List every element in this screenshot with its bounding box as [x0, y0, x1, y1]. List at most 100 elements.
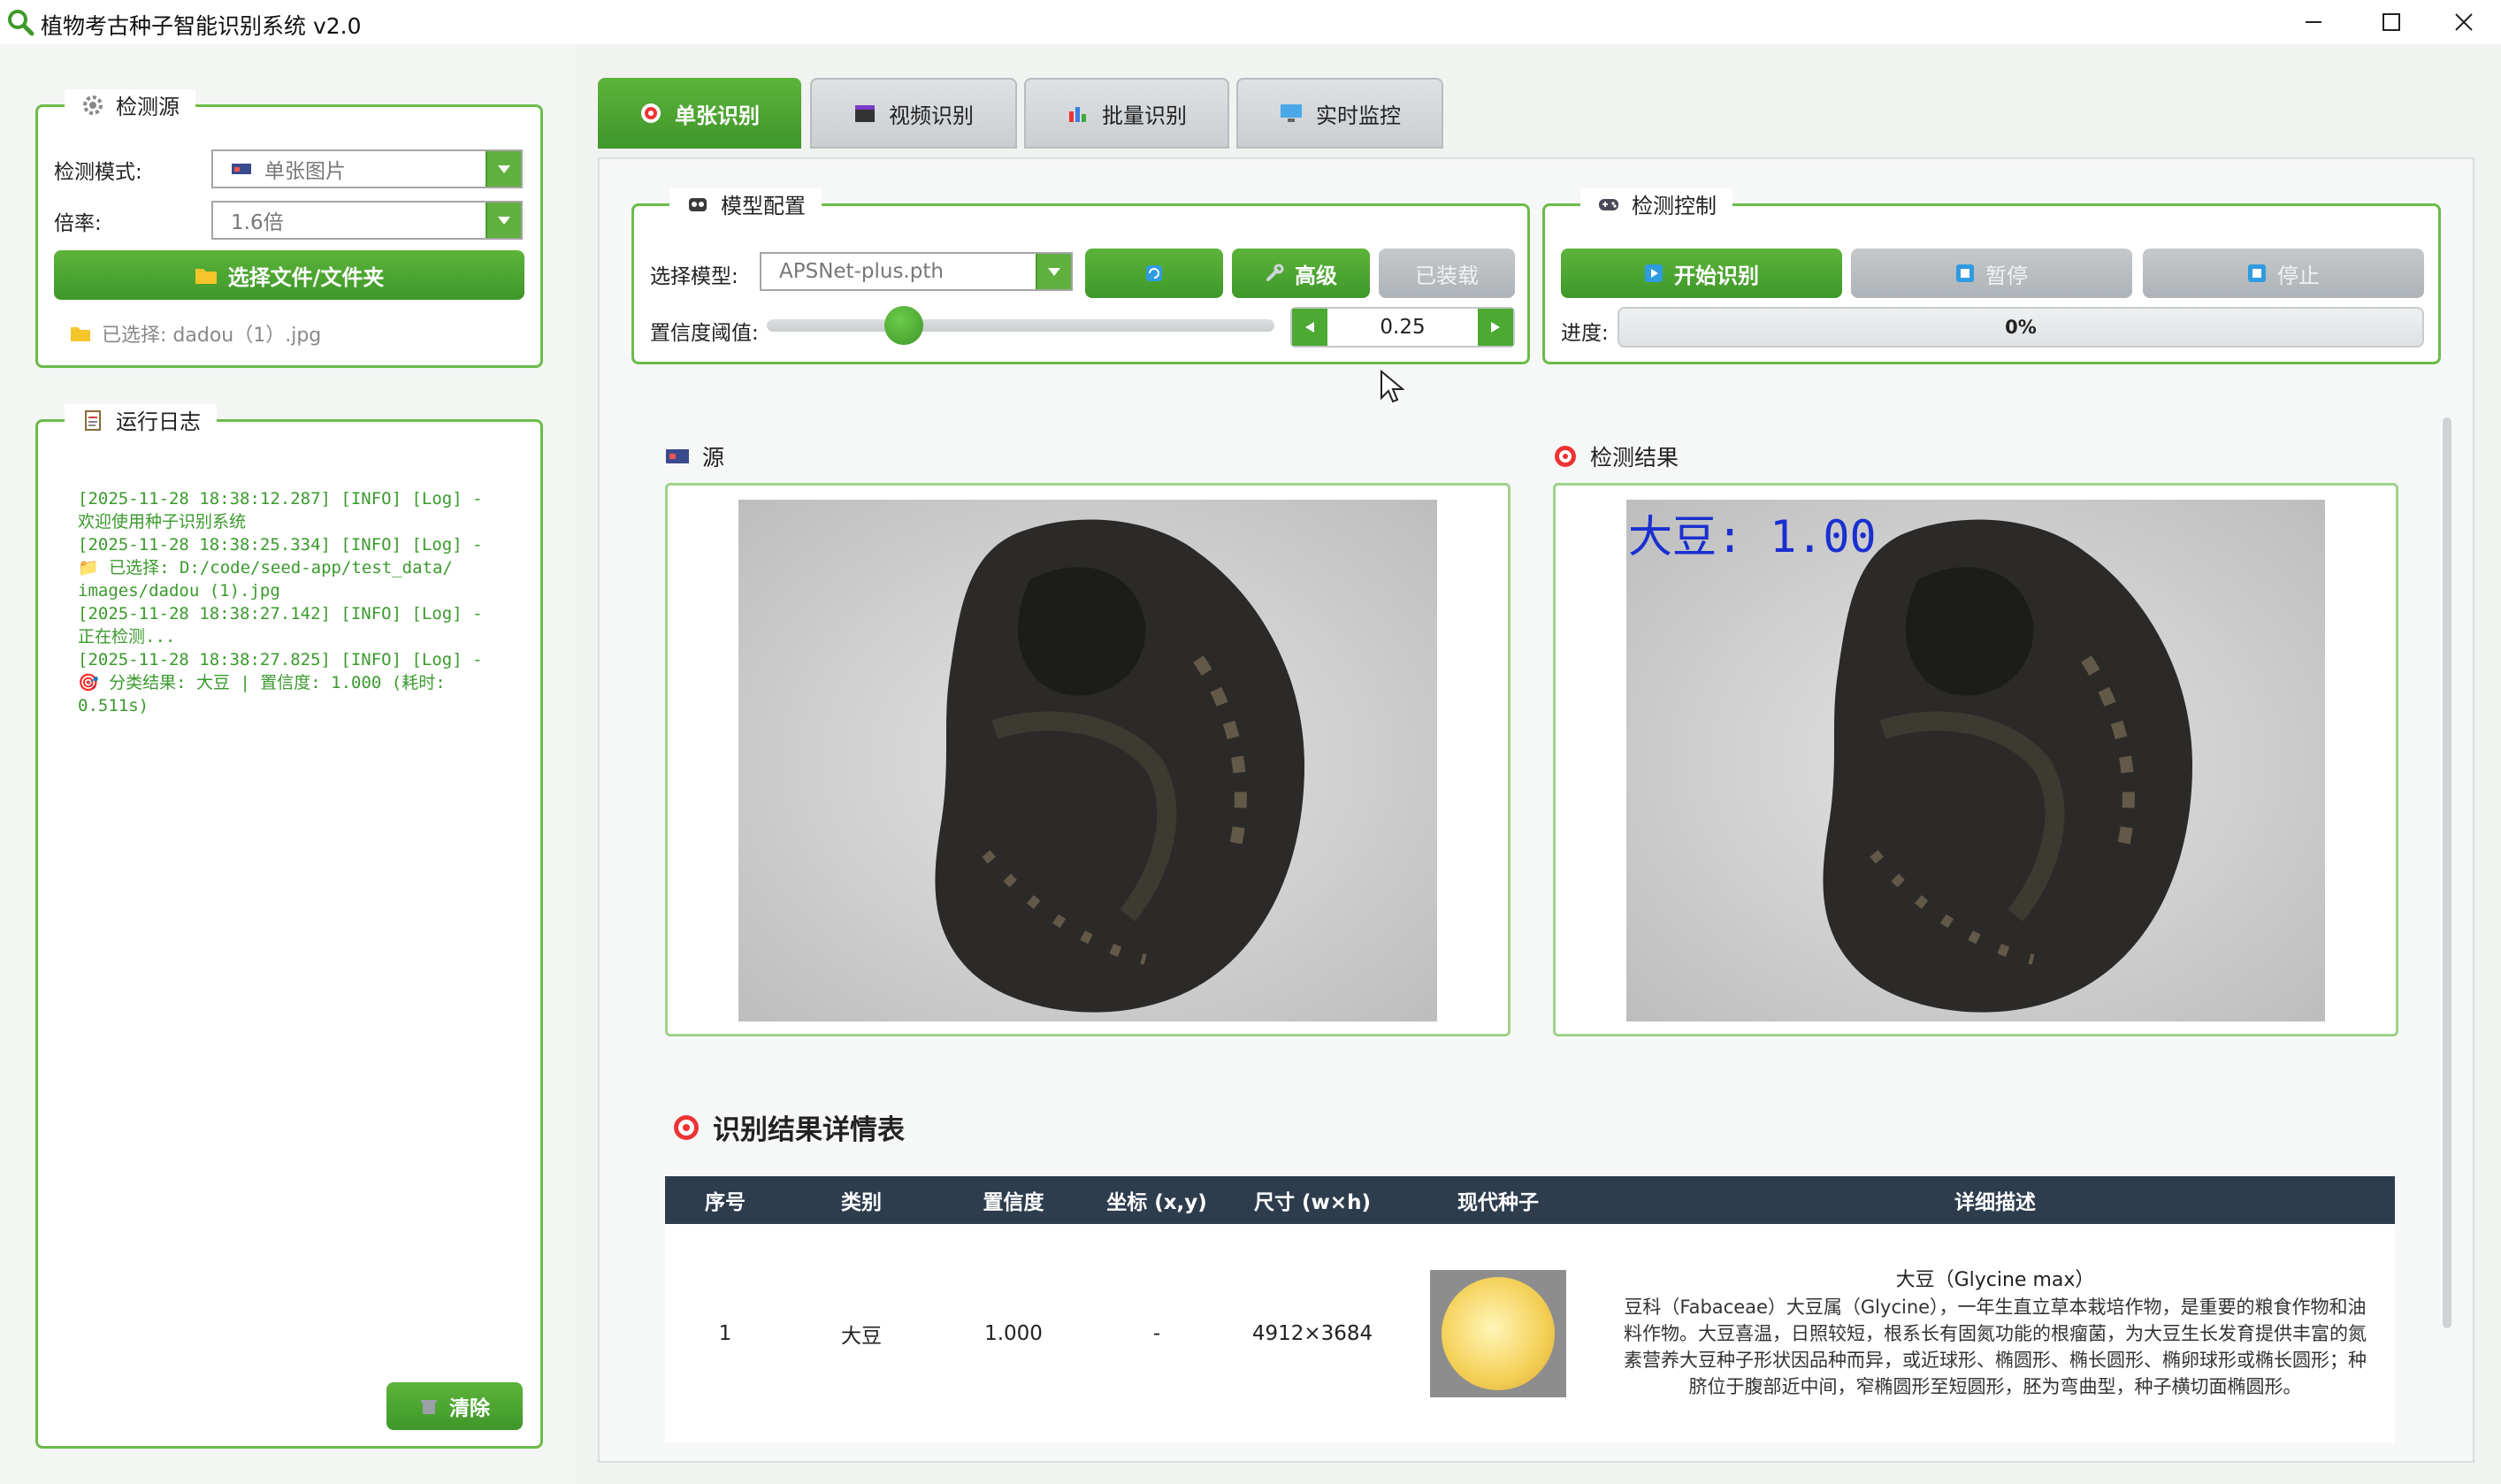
- select-file-button[interactable]: 选择文件/文件夹: [54, 250, 524, 300]
- target-icon: [1555, 446, 1576, 467]
- header-modern-seed: 现代种子: [1457, 1191, 1539, 1214]
- header-confidence: 置信度: [983, 1191, 1044, 1214]
- modern-seed-thumbnail: [1430, 1270, 1566, 1397]
- play-icon: [1645, 264, 1663, 282]
- tab-single[interactable]: 单张识别: [598, 78, 801, 149]
- loaded-button[interactable]: 已装载: [1379, 249, 1515, 298]
- model-panel-legend: 模型配置: [669, 188, 822, 219]
- source-title: 源: [665, 440, 724, 472]
- vertical-scrollbar[interactable]: [2443, 417, 2451, 1328]
- gear-icon: [83, 95, 103, 115]
- threshold-slider[interactable]: [767, 306, 1274, 345]
- chevron-left-icon: [1305, 322, 1314, 333]
- header-index: 序号: [705, 1191, 746, 1214]
- results-title: 识别结果详情表: [672, 1107, 905, 1147]
- rate-select[interactable]: 1.6倍: [211, 201, 523, 240]
- log-panel: 运行日志 [2025-11-28 18:38:12.287] [INFO] [L…: [35, 404, 543, 1449]
- cell-coords: -: [1152, 1322, 1161, 1345]
- chevron-right-icon: [1491, 322, 1500, 333]
- chevron-down-icon[interactable]: [486, 151, 521, 187]
- selected-file: 已选择: dadou（1）.jpg: [70, 319, 321, 348]
- mouse-cursor-icon: [1381, 370, 1404, 403]
- robot-icon: [689, 197, 707, 211]
- maximize-button[interactable]: [2352, 0, 2430, 44]
- decrease-button[interactable]: [1292, 309, 1327, 346]
- cell-size: 4912×3684: [1251, 1322, 1373, 1345]
- window-title: 植物考古种子智能识别系统 v2.0: [41, 13, 362, 39]
- folder-icon: [71, 327, 90, 341]
- mode-select[interactable]: 单张图片: [211, 149, 523, 188]
- title-bar: 植物考古种子智能识别系统 v2.0: [0, 0, 2501, 44]
- threshold-value: 0.25: [1380, 316, 1426, 339]
- source-image-frame: [665, 483, 1511, 1037]
- threshold-label: 置信度阈值:: [650, 322, 759, 345]
- chevron-down-icon[interactable]: [486, 203, 521, 238]
- search-icon: [8, 10, 34, 36]
- clear-log-button[interactable]: 清除: [386, 1382, 523, 1430]
- result-title: 检测结果: [1553, 440, 1679, 472]
- cell-modern-seed: [1401, 1270, 1595, 1397]
- monitor-icon: [1281, 104, 1302, 122]
- pause-button[interactable]: 暂停: [1851, 249, 2132, 298]
- target-icon: [641, 103, 661, 123]
- source-seed-image: [738, 500, 1437, 1021]
- refresh-model-button[interactable]: [1085, 249, 1223, 298]
- image-icon: [666, 449, 689, 463]
- pause-icon: [1956, 264, 1974, 282]
- seed-shape: [935, 519, 1304, 1013]
- progress-bar: 0%: [1618, 307, 2424, 348]
- control-panel: 检测控制 开始识别 暂停 停止 进度: 0%: [1542, 188, 2441, 364]
- source-panel: 检测源 检测模式: 单张图片 倍率: 1.6倍 选择文件/文件夹 已选择: da…: [35, 89, 543, 368]
- mode-label: 检测模式:: [54, 161, 142, 184]
- threshold-spinbox[interactable]: 0.25: [1290, 307, 1515, 348]
- gamepad-icon: [1599, 198, 1618, 210]
- results-table-header: 序号 类别 置信度 坐标 (x,y) 尺寸 (w×h) 现代种子 详细描述: [665, 1176, 2395, 1224]
- minimize-button[interactable]: [2275, 0, 2352, 44]
- log-text: [2025-11-28 18:38:12.287] [INFO] [Log] -…: [78, 489, 483, 715]
- bar-chart-icon: [1069, 107, 1086, 122]
- model-panel: 模型配置 选择模型: APSNet-plus.pth 高级 已装载 置信度阈值:…: [631, 188, 1530, 364]
- rate-label: 倍率:: [54, 212, 102, 235]
- progress-label: 进度:: [1561, 322, 1609, 345]
- stop-icon: [2248, 264, 2266, 282]
- cell-description: 大豆（Glycine max） 豆科（Fabaceae）大豆属（Glycine）…: [1595, 1267, 2395, 1400]
- log-panel-legend: 运行日志: [65, 404, 217, 435]
- threshold-slider-handle[interactable]: [883, 306, 923, 345]
- control-panel-legend: 检测控制: [1580, 188, 1732, 219]
- stop-button[interactable]: 停止: [2143, 249, 2424, 298]
- model-select[interactable]: APSNet-plus.pth: [760, 252, 1073, 291]
- cell-confidence: 1.000: [984, 1322, 1043, 1345]
- cell-category: 大豆: [841, 1325, 882, 1348]
- maximize-icon: [2382, 13, 2400, 31]
- header-coords: 坐标 (x,y): [1106, 1191, 1207, 1214]
- header-size: 尺寸 (w×h): [1254, 1191, 1371, 1214]
- tab-batch[interactable]: 批量识别: [1024, 78, 1229, 149]
- tab-monitor[interactable]: 实时监控: [1236, 78, 1443, 149]
- source-panel-legend: 检测源: [65, 89, 195, 120]
- result-seed-image: 大豆: 1.00: [1626, 500, 2325, 1021]
- seed-shape: [1823, 519, 2192, 1013]
- trash-icon: [421, 1400, 437, 1414]
- tab-video[interactable]: 视频识别: [810, 78, 1017, 149]
- increase-button[interactable]: [1478, 309, 1513, 346]
- folder-icon: [195, 269, 217, 284]
- description-title: 大豆（Glycine max）: [1895, 1269, 2095, 1291]
- close-button[interactable]: [2425, 0, 2501, 44]
- image-icon: [232, 164, 251, 174]
- model-label: 选择模型:: [650, 265, 738, 288]
- chevron-down-icon[interactable]: [1036, 254, 1071, 289]
- table-row[interactable]: 1 大豆 1.000 - 4912×3684 大豆（Glycine max） 豆…: [665, 1224, 2395, 1443]
- close-icon: [2455, 13, 2473, 31]
- advanced-button[interactable]: 高级: [1232, 249, 1370, 298]
- result-overlay-label: 大豆: 1.00: [1628, 511, 1877, 562]
- description-body: 豆科（Fabaceae）大豆属（Glycine），一年生直立草本栽培作物，是重要…: [1624, 1297, 2367, 1397]
- refresh-icon: [1146, 265, 1162, 281]
- wrench-icon: [1266, 264, 1284, 281]
- cell-index: 1: [718, 1322, 732, 1345]
- header-description: 详细描述: [1954, 1191, 2036, 1214]
- result-image-frame: 大豆: 1.00: [1553, 483, 2398, 1037]
- start-button[interactable]: 开始识别: [1561, 249, 1842, 298]
- clipboard-icon: [85, 409, 101, 431]
- minimize-icon: [2306, 21, 2321, 23]
- header-category: 类别: [841, 1191, 882, 1214]
